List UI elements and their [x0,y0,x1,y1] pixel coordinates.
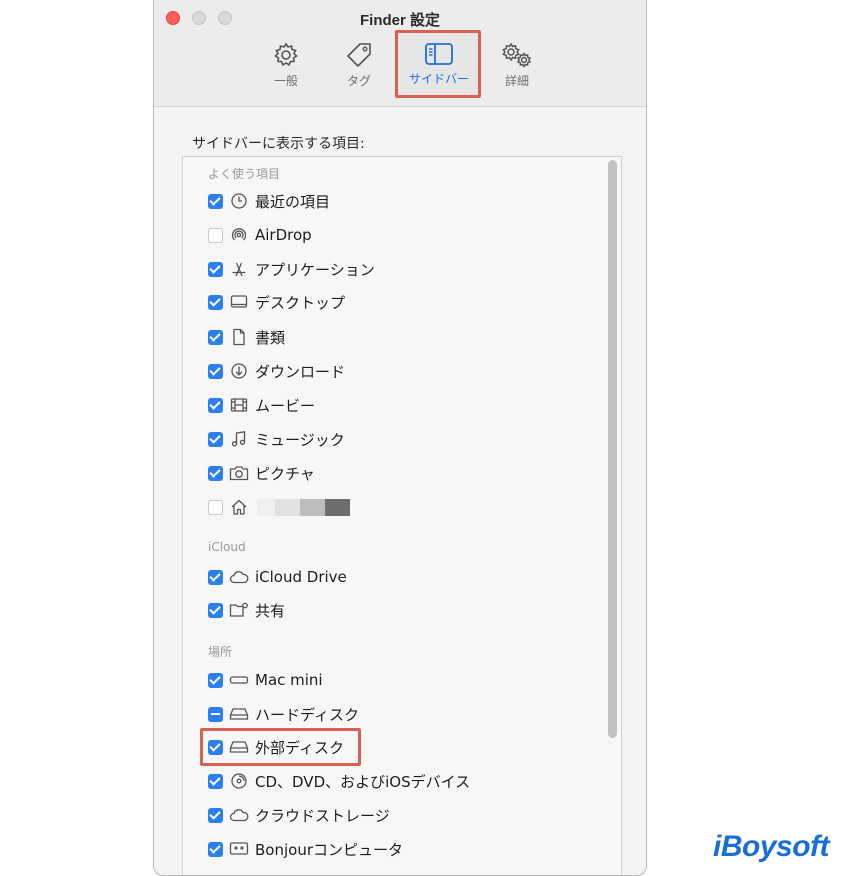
sidebar-item-label: CD、DVD、およびiOSデバイス [255,772,471,791]
tab-label: サイドバー [408,72,469,86]
tab-label: 詳細 [504,74,529,88]
checkbox[interactable] [208,294,223,310]
sidebar-item-cd-dvd-ios[interactable]: CD、DVD、およびiOSデバイス [208,769,470,793]
finder-settings-window: Finder 設定 一般 タグ サイドバー 詳細 サイドバーに表示する項目: よ… [153,0,647,876]
tag-icon [347,43,371,67]
checkbox[interactable] [208,569,223,585]
tab-label: 一般 [273,74,298,88]
sidebar-item-cloud-storage[interactable]: クラウドストレージ [208,803,390,827]
sidebar-item-label: クラウドストレージ [255,806,390,825]
sidebar-item-label: アプリケーション [255,260,375,279]
sidebar-item-label: ハードディスク [255,705,359,724]
sidebar-item-label: ミュージック [255,430,345,449]
tab-advanced[interactable]: 詳細 [482,37,552,95]
group-icloud: iCloud [208,540,246,554]
iboysoft-logo: iBoysoft [713,830,830,863]
sidebar-item-desktop[interactable]: デスクトップ [208,290,345,314]
checkbox[interactable] [208,499,223,515]
sidebar-item-label: Mac mini [255,671,323,689]
sidebar-item-icloud-drive[interactable]: iCloud Drive [208,565,347,589]
checkbox[interactable] [208,602,223,618]
sidebar-item-hard-disks[interactable]: ハードディスク [208,702,359,726]
gear-icon [274,42,298,66]
checkbox[interactable] [208,227,223,243]
sidebar-item-label: ダウンロード [255,362,346,381]
tab-label: タグ [346,74,371,88]
sidebar-item-label: Bonjourコンピュータ [255,840,403,859]
checkbox[interactable] [208,706,223,722]
music-icon [229,430,249,448]
sidebar-item-shared[interactable]: 共有 [208,598,285,622]
home-icon [229,498,249,516]
sidebar-item-airdrop[interactable]: AirDrop [208,223,312,247]
window-title: Finder 設定 [359,12,440,29]
hard-disk-icon [229,705,249,723]
checkbox[interactable] [208,193,223,209]
document-icon [229,328,249,346]
checkbox[interactable] [208,329,223,345]
tab-tags[interactable]: タグ [324,37,394,95]
sidebar-item-label: 共有 [255,601,286,620]
sidebar-item-label: 書類 [255,328,286,347]
sidebar-item-music[interactable]: ミュージック [208,427,345,451]
sidebar-item-movies[interactable]: ムービー [208,393,315,417]
checkbox[interactable] [208,397,223,413]
checkbox[interactable] [208,841,223,857]
section-header: サイドバーに表示する項目: [192,136,365,152]
sidebar-item-label: 最近の項目 [255,192,331,211]
checkbox[interactable] [208,672,223,688]
checkbox[interactable] [208,465,223,481]
sidebar-item-pictures[interactable]: ピクチャ [208,461,315,485]
checkbox[interactable] [208,363,223,379]
list-scrollbar[interactable] [608,160,617,738]
sidebar-item-documents[interactable]: 書類 [208,325,285,349]
cloud-icon [229,568,249,586]
cloud-storage-icon [229,806,249,824]
group-locations: 場所 [208,645,233,659]
sidebar-item-applications[interactable]: アプリケーション [208,257,375,281]
sidebar-icon [425,43,453,65]
titlebar: Finder 設定 一般 タグ サイドバー 詳細 [154,0,646,107]
checkbox[interactable] [208,807,223,823]
group-favorites: よく使う項目 [208,167,281,181]
sidebar-item-label: AirDrop [255,226,312,244]
sidebar-item-home[interactable] [208,495,350,519]
tab-sidebar[interactable]: サイドバー [404,37,474,95]
download-icon [229,362,249,380]
sidebar-item-downloads[interactable]: ダウンロード [208,359,345,383]
external-disk-highlight [200,728,361,766]
tab-general[interactable]: 一般 [251,37,321,95]
clock-icon [229,192,249,210]
applications-icon [229,260,249,278]
shared-folder-icon [229,601,249,619]
checkbox[interactable] [208,773,223,789]
redacted-username [257,498,350,516]
desktop-icon [229,293,249,311]
camera-icon [229,464,249,482]
sidebar-item-recents[interactable]: 最近の項目 [208,189,330,213]
checkbox[interactable] [208,431,223,447]
checkbox[interactable] [208,261,223,277]
bonjour-icon [229,840,249,858]
mac-mini-icon [229,671,249,689]
cd-icon [229,772,249,790]
sidebar-item-bonjour[interactable]: Bonjourコンピュータ [208,837,403,861]
sidebar-item-label: iCloud Drive [255,568,347,586]
film-icon [229,396,249,414]
sidebar-item-mac-mini[interactable]: Mac mini [208,668,323,692]
gears-icon [502,42,532,68]
sidebar-item-label: デスクトップ [255,293,346,312]
sidebar-item-label: ムービー [255,396,316,415]
airdrop-icon [229,226,249,244]
sidebar-item-label: ピクチャ [255,464,315,483]
